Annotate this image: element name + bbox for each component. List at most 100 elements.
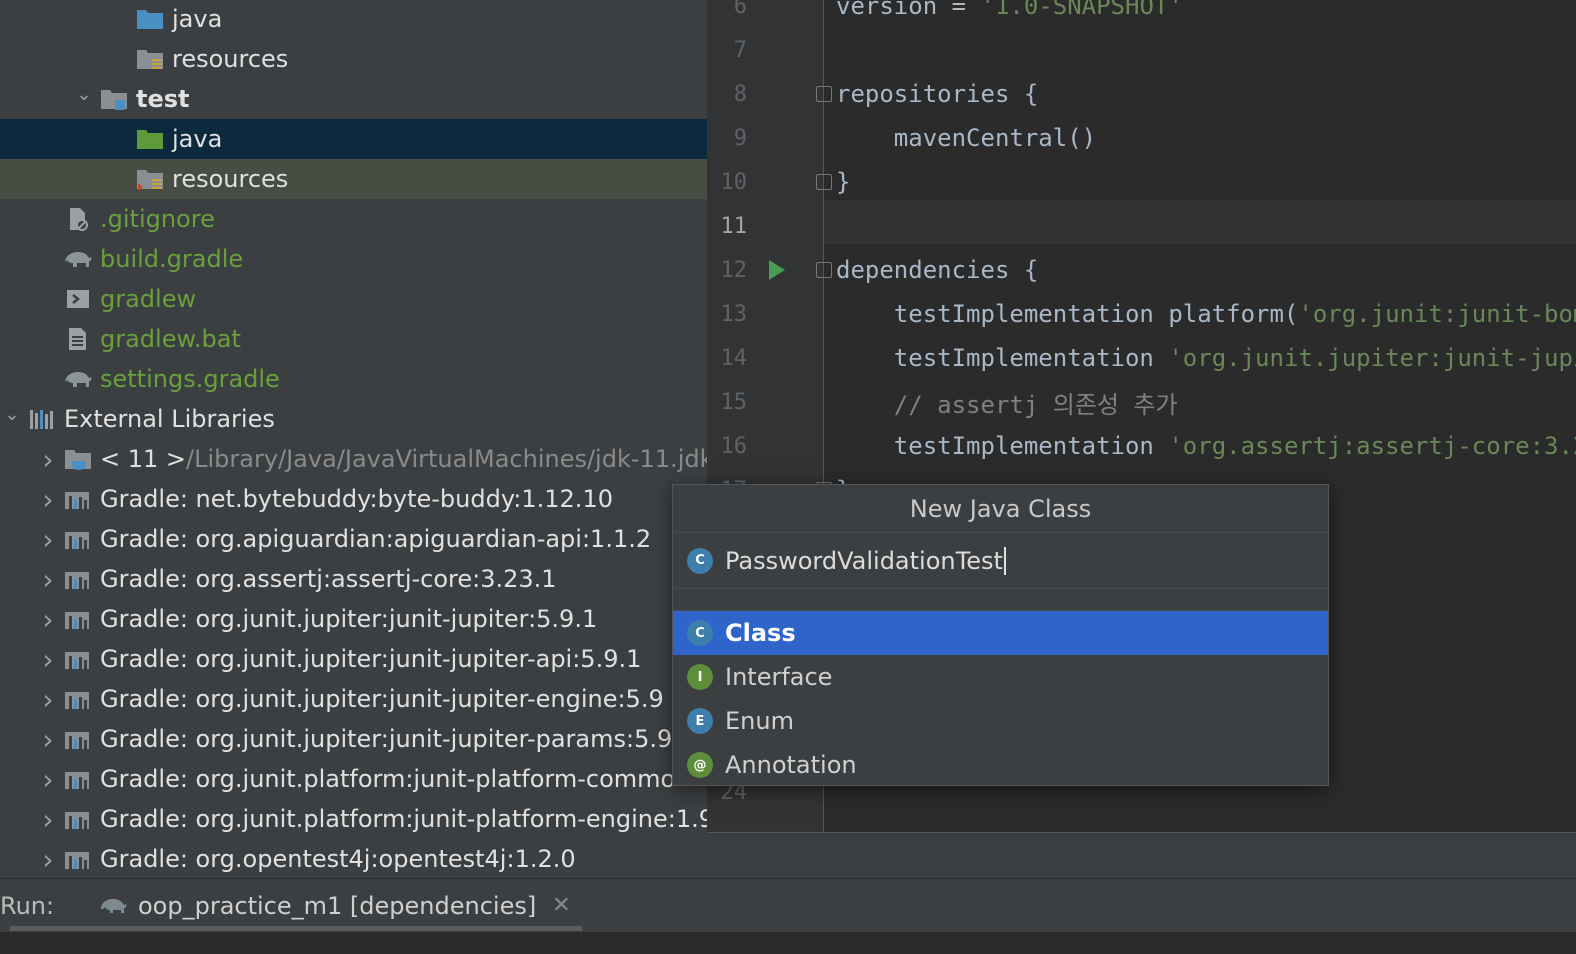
run-tab-label: oop_practice_m1 [dependencies] bbox=[138, 891, 537, 920]
code-token: dependencies { bbox=[836, 256, 1039, 284]
code-token: repositories { bbox=[836, 80, 1039, 108]
chevron-right-icon[interactable]: › bbox=[36, 683, 60, 716]
tree-item[interactable]: › Gradle: org.assertj:assertj-core:3.23.1 bbox=[0, 559, 707, 599]
interface-icon: I bbox=[687, 664, 713, 690]
tree-arrow-placeholder bbox=[108, 7, 132, 31]
text-file-icon bbox=[64, 327, 92, 351]
code-token: mavenCentral() bbox=[836, 124, 1097, 152]
new-java-class-dialog: New Java Class C PasswordValidationTest … bbox=[672, 484, 1329, 786]
line-number: 10 bbox=[720, 169, 748, 195]
code-token: } bbox=[836, 168, 851, 196]
tree-item[interactable]: › Gradle: net.bytebuddy:byte-buddy:1.12.1… bbox=[0, 479, 707, 519]
tree-item-label: resources bbox=[172, 45, 289, 73]
fold-icon[interactable] bbox=[816, 262, 832, 278]
class-kind-option-class[interactable]: C Class bbox=[673, 611, 1328, 655]
tree-item[interactable]: .gitignore bbox=[0, 199, 707, 239]
line-number: 8 bbox=[733, 81, 747, 107]
tree-item[interactable]: resources bbox=[0, 159, 707, 199]
tree-item[interactable]: › Gradle: org.junit.platform:junit-platfo… bbox=[0, 759, 707, 799]
tree-arrow-placeholder bbox=[36, 207, 60, 231]
class-kind-label: Annotation bbox=[725, 751, 857, 779]
test-source-folder-icon bbox=[136, 127, 164, 151]
tree-item[interactable]: › Gradle: org.junit.jupiter:junit-jupiter… bbox=[0, 719, 707, 759]
tree-item[interactable]: › Gradle: org.junit.jupiter:junit-jupiter… bbox=[0, 639, 707, 679]
chevron-right-icon[interactable]: › bbox=[36, 523, 60, 556]
tree-item[interactable]: java bbox=[0, 119, 707, 159]
tree-item[interactable]: java bbox=[0, 0, 707, 39]
tree-item[interactable]: gradlew bbox=[0, 279, 707, 319]
chevron-right-icon[interactable]: › bbox=[36, 443, 60, 476]
tree-arrow-placeholder bbox=[36, 367, 60, 391]
library-icon bbox=[64, 727, 92, 751]
string-literal: 'org.assertj:assertj-core:3.23.1' bbox=[1168, 432, 1576, 460]
tree-arrow-placeholder bbox=[36, 327, 60, 351]
enum-icon: E bbox=[687, 708, 713, 734]
line-number: 14 bbox=[720, 345, 748, 371]
string-literal: 'org.junit:junit-bom:5.9.1' bbox=[1298, 300, 1576, 328]
chevron-right-icon[interactable]: › bbox=[36, 643, 60, 676]
line-number: 9 bbox=[733, 125, 747, 151]
library-icon bbox=[64, 527, 92, 551]
tree-item-label: Gradle: net.bytebuddy:byte-buddy:1.12.10 bbox=[100, 485, 613, 513]
tree-item[interactable]: › Gradle: org.opentest4j:opentest4j:1.2.0 bbox=[0, 839, 707, 878]
library-icon bbox=[64, 847, 92, 871]
tree-item-label: resources bbox=[172, 165, 289, 193]
class-icon: C bbox=[687, 547, 713, 574]
run-label: Run: bbox=[0, 891, 55, 920]
code-token: testImplementation bbox=[836, 432, 1169, 460]
text-caret bbox=[1003, 546, 1006, 575]
library-icon bbox=[64, 807, 92, 831]
code-comment: // assertj 의존성 추가 bbox=[836, 390, 1178, 419]
line-number: 7 bbox=[733, 37, 747, 63]
fold-icon[interactable] bbox=[816, 174, 832, 190]
chevron-right-icon[interactable]: › bbox=[36, 563, 60, 596]
tree-item[interactable]: settings.gradle bbox=[0, 359, 707, 399]
run-icon[interactable] bbox=[769, 260, 785, 280]
tree-item[interactable]: ⌄ test bbox=[0, 79, 707, 119]
chevron-right-icon[interactable]: › bbox=[36, 603, 60, 636]
tree-item-label: gradlew.bat bbox=[100, 325, 241, 353]
tree-arrow-placeholder bbox=[36, 287, 60, 311]
tree-item[interactable]: ⌄ External Libraries bbox=[0, 399, 707, 439]
class-name-input[interactable]: C PasswordValidationTest bbox=[673, 533, 1328, 589]
tree-item[interactable]: › Gradle: org.junit.jupiter:junit-jupiter… bbox=[0, 599, 707, 639]
tree-item-label: test bbox=[136, 85, 190, 113]
tree-item[interactable]: › < 11 > /Library/Java/JavaVirtualMachine… bbox=[0, 439, 707, 479]
chevron-right-icon[interactable]: › bbox=[36, 723, 60, 756]
code-text: dependencies { bbox=[836, 256, 1038, 284]
line-number: 12 bbox=[720, 257, 748, 283]
line-number: 16 bbox=[720, 433, 748, 459]
tree-item[interactable]: › Gradle: org.junit.jupiter:junit-jupiter… bbox=[0, 679, 707, 719]
tree-item[interactable]: resources bbox=[0, 39, 707, 79]
close-icon[interactable]: ✕ bbox=[552, 893, 570, 918]
tree-item[interactable]: gradlew.bat bbox=[0, 319, 707, 359]
code-token: version = bbox=[836, 0, 981, 20]
gradle-icon bbox=[64, 247, 92, 271]
tree-item-label: Gradle: org.junit.jupiter:junit-jupiter-… bbox=[100, 725, 673, 753]
chevron-down-icon[interactable]: ⌄ bbox=[72, 82, 96, 106]
line-number: 15 bbox=[720, 389, 748, 415]
gradle-icon bbox=[64, 367, 92, 391]
class-kind-option-interface[interactable]: I Interface bbox=[673, 655, 1328, 699]
tree-item[interactable]: › Gradle: org.junit.platform:junit-platfo… bbox=[0, 799, 707, 839]
chevron-right-icon[interactable]: › bbox=[36, 843, 60, 876]
fold-icon[interactable] bbox=[816, 86, 832, 102]
chevron-right-icon[interactable]: › bbox=[36, 803, 60, 836]
chevron-down-icon[interactable]: ⌄ bbox=[0, 402, 24, 426]
class-kind-option-annotation[interactable]: @ Annotation bbox=[673, 743, 1328, 787]
class-kind-option-enum[interactable]: E Enum bbox=[673, 699, 1328, 743]
run-tab[interactable]: oop_practice_m1 [dependencies] ✕ bbox=[88, 879, 581, 933]
annotation-icon: @ bbox=[687, 752, 713, 778]
shell-script-icon bbox=[64, 287, 92, 311]
dialog-title: New Java Class bbox=[673, 485, 1328, 533]
tree-arrow-placeholder bbox=[108, 47, 132, 71]
chevron-right-icon[interactable]: › bbox=[36, 483, 60, 516]
code-text: } bbox=[836, 168, 850, 196]
tree-item[interactable]: build.gradle bbox=[0, 239, 707, 279]
dialog-separator bbox=[673, 589, 1328, 611]
test-module-folder-icon bbox=[100, 87, 128, 111]
code-token: testImplementation bbox=[836, 344, 1169, 372]
tree-item[interactable]: › Gradle: org.apiguardian:apiguardian-api… bbox=[0, 519, 707, 559]
run-tab-indicator bbox=[10, 926, 582, 931]
chevron-right-icon[interactable]: › bbox=[36, 763, 60, 796]
